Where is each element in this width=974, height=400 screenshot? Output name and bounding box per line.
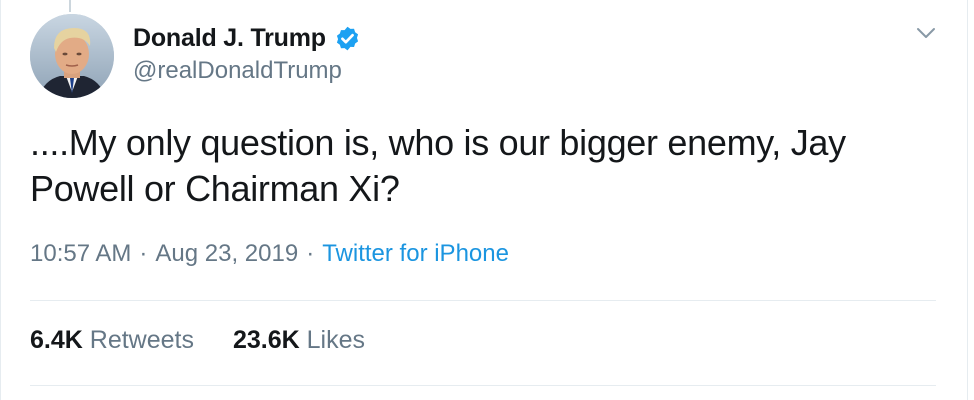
author-display-name[interactable]: Donald J. Trump (133, 24, 326, 53)
card-right-border (967, 0, 968, 400)
author-name-row[interactable]: Donald J. Trump (133, 22, 361, 54)
meta-separator: · (306, 240, 315, 267)
chevron-down-icon[interactable] (916, 26, 936, 40)
tweet-text: ....My only question is, who is our bigg… (30, 122, 846, 209)
tweet-meta: 10:57 AM · Aug 23, 2019 · Twitter for iPhone (30, 240, 509, 268)
tweet-card: Donald J. Trump @realDonaldTrump ....My … (0, 0, 974, 400)
verified-badge-icon (336, 26, 358, 50)
tweet-source-link[interactable]: Twitter for iPhone (322, 240, 509, 267)
avatar-image (30, 14, 114, 98)
meta-separator: · (139, 240, 148, 267)
card-left-border (0, 0, 1, 400)
likes-label: Likes (306, 326, 365, 354)
likes-count: 23.6K (232, 326, 300, 354)
avatar[interactable] (30, 14, 114, 98)
retweets-count: 6.4K (30, 326, 83, 354)
author-handle[interactable]: @realDonaldTrump (133, 57, 342, 85)
tweet-date[interactable]: Aug 23, 2019 (155, 240, 298, 267)
divider (30, 300, 936, 301)
thread-connector-line (69, 0, 71, 12)
retweets-stat[interactable]: 6.4K Retweets (30, 326, 194, 355)
retweets-label: Retweets (89, 326, 194, 354)
tweet-time[interactable]: 10:57 AM (30, 240, 131, 267)
likes-stat[interactable]: 23.6K Likes (233, 326, 365, 355)
divider (30, 385, 936, 386)
tweet-stats: 6.4K Retweets 23.6K Likes (30, 326, 397, 355)
